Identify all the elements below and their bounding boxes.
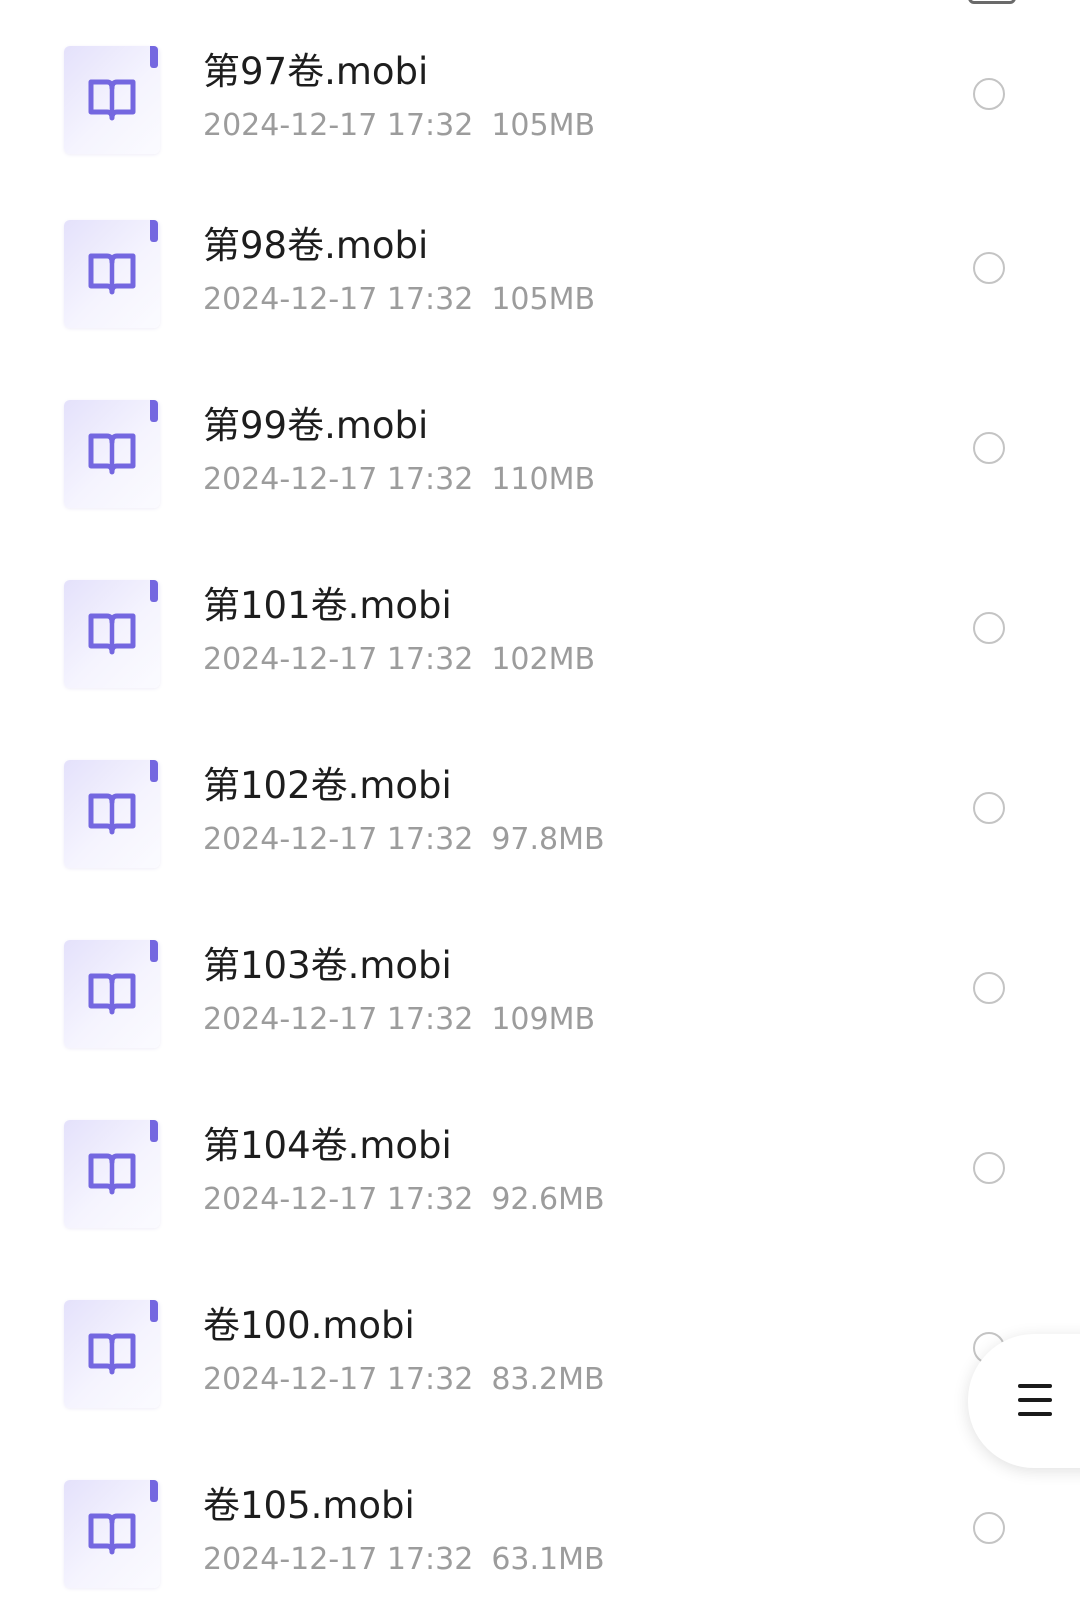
select-checkbox[interactable] <box>973 252 1005 284</box>
file-size: 105MB <box>491 282 596 317</box>
file-size: 110MB <box>491 462 596 497</box>
open-book-icon <box>88 613 136 655</box>
file-meta: 2024-12-17 17:32 110MB <box>203 460 595 500</box>
file-corner-tab <box>150 400 158 422</box>
file-name: 第104卷.mobi <box>203 1124 452 1167</box>
file-name: 第98卷.mobi <box>203 224 429 267</box>
file-meta: 2024-12-17 17:32 63.1MB <box>203 1540 605 1580</box>
file-name: 卷100.mobi <box>203 1304 415 1347</box>
file-row[interactable]: 第104卷.mobi 2024-12-17 17:32 92.6MB <box>0 1120 1080 1300</box>
file-name: 第101卷.mobi <box>203 584 452 627</box>
file-corner-tab <box>150 940 158 962</box>
file-corner-tab <box>150 580 158 602</box>
open-book-icon <box>88 1153 136 1195</box>
file-name: 第103卷.mobi <box>203 944 452 987</box>
file-row[interactable]: 第103卷.mobi 2024-12-17 17:32 109MB <box>0 940 1080 1120</box>
open-book-icon <box>88 433 136 475</box>
file-date: 2024-12-17 17:32 <box>203 108 474 143</box>
file-row[interactable]: 第98卷.mobi 2024-12-17 17:32 105MB <box>0 220 1080 400</box>
book-file-icon <box>64 400 160 508</box>
file-meta: 2024-12-17 17:32 105MB <box>203 280 595 320</box>
file-date: 2024-12-17 17:32 <box>203 1542 474 1577</box>
file-date: 2024-12-17 17:32 <box>203 642 474 677</box>
select-checkbox[interactable] <box>973 1512 1005 1544</box>
file-date: 2024-12-17 17:32 <box>203 1362 474 1397</box>
open-book-icon <box>88 1513 136 1555</box>
file-name: 第99卷.mobi <box>203 404 429 447</box>
file-meta: 2024-12-17 17:32 92.6MB <box>203 1180 605 1220</box>
select-checkbox[interactable] <box>973 1152 1005 1184</box>
select-checkbox[interactable] <box>973 792 1005 824</box>
file-meta: 2024-12-17 17:32 109MB <box>203 1000 595 1040</box>
file-date: 2024-12-17 17:32 <box>203 282 474 317</box>
select-checkbox[interactable] <box>973 972 1005 1004</box>
file-row[interactable]: 第97卷.mobi 2024-12-17 17:32 105MB <box>0 46 1080 226</box>
file-date: 2024-12-17 17:32 <box>203 1002 474 1037</box>
file-meta: 2024-12-17 17:32 83.2MB <box>203 1360 605 1400</box>
book-file-icon <box>64 1120 160 1228</box>
file-size: 63.1MB <box>491 1542 605 1577</box>
file-meta: 2024-12-17 17:32 105MB <box>203 106 595 146</box>
file-row[interactable]: 第99卷.mobi 2024-12-17 17:32 110MB <box>0 400 1080 580</box>
open-book-icon <box>88 1333 136 1375</box>
open-book-icon <box>88 973 136 1015</box>
file-date: 2024-12-17 17:32 <box>203 1182 474 1217</box>
file-date: 2024-12-17 17:32 <box>203 822 474 857</box>
toolbar-icon-partial[interactable] <box>968 0 1016 4</box>
file-corner-tab <box>150 760 158 782</box>
menu-icon <box>1018 1384 1052 1418</box>
select-checkbox[interactable] <box>973 78 1005 110</box>
file-corner-tab <box>150 1120 158 1142</box>
open-book-icon <box>88 79 136 121</box>
file-corner-tab <box>150 1480 158 1502</box>
book-file-icon <box>64 220 160 328</box>
file-meta: 2024-12-17 17:32 102MB <box>203 640 595 680</box>
open-book-icon <box>88 253 136 295</box>
file-list-screen: 第97卷.mobi 2024-12-17 17:32 105MB 第98卷.mob… <box>0 0 1080 1616</box>
file-corner-tab <box>150 220 158 242</box>
file-row[interactable]: 卷100.mobi 2024-12-17 17:32 83.2MB <box>0 1300 1080 1480</box>
file-row[interactable]: 第102卷.mobi 2024-12-17 17:32 97.8MB <box>0 760 1080 940</box>
book-file-icon <box>64 1480 160 1588</box>
select-checkbox[interactable] <box>973 612 1005 644</box>
file-size: 105MB <box>491 108 596 143</box>
file-size: 102MB <box>491 642 596 677</box>
file-size: 92.6MB <box>491 1182 605 1217</box>
open-book-icon <box>88 793 136 835</box>
file-meta: 2024-12-17 17:32 97.8MB <box>203 820 605 860</box>
file-size: 97.8MB <box>491 822 605 857</box>
book-file-icon <box>64 760 160 868</box>
file-size: 83.2MB <box>491 1362 605 1397</box>
file-corner-tab <box>150 46 158 68</box>
book-file-icon <box>64 580 160 688</box>
file-name: 第97卷.mobi <box>203 50 429 93</box>
select-checkbox[interactable] <box>973 432 1005 464</box>
book-file-icon <box>64 1300 160 1408</box>
file-name: 第102卷.mobi <box>203 764 452 807</box>
file-corner-tab <box>150 1300 158 1322</box>
file-row[interactable]: 第101卷.mobi 2024-12-17 17:32 102MB <box>0 580 1080 760</box>
file-name: 卷105.mobi <box>203 1484 415 1527</box>
book-file-icon <box>64 46 160 154</box>
file-row[interactable]: 卷105.mobi 2024-12-17 17:32 63.1MB <box>0 1480 1080 1616</box>
book-file-icon <box>64 940 160 1048</box>
file-size: 109MB <box>491 1002 596 1037</box>
file-date: 2024-12-17 17:32 <box>203 462 474 497</box>
